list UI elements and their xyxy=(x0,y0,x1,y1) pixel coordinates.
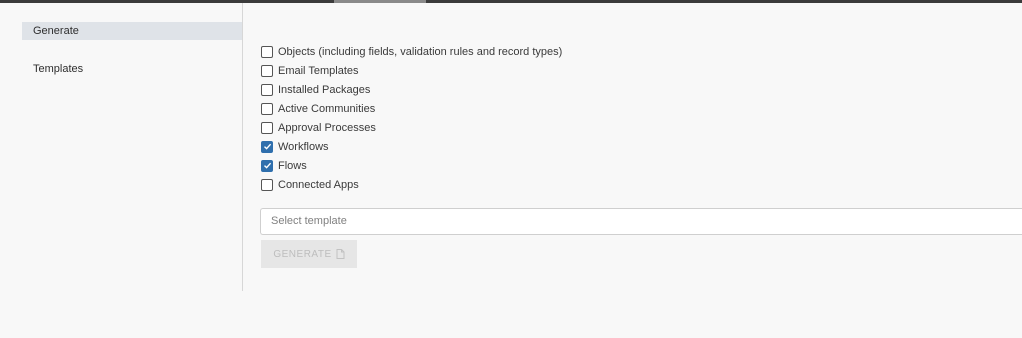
checkbox[interactable] xyxy=(261,121,273,134)
template-select[interactable]: Select template xyxy=(260,208,1022,235)
option-label: Workflows xyxy=(278,140,329,153)
checkbox[interactable] xyxy=(261,140,273,153)
sidebar-item-templates[interactable]: Templates xyxy=(22,60,242,78)
option-label: Connected Apps xyxy=(278,178,359,191)
checkbox[interactable] xyxy=(261,178,273,191)
option-email-templates[interactable]: Email Templates xyxy=(261,61,562,80)
option-objects[interactable]: Objects (including fields, validation ru… xyxy=(261,42,562,61)
option-workflows[interactable]: Workflows xyxy=(261,137,562,156)
option-label: Installed Packages xyxy=(278,83,371,96)
template-select-placeholder: Select template xyxy=(271,215,347,227)
checkbox[interactable] xyxy=(261,102,273,115)
option-label: Active Communities xyxy=(278,102,376,115)
option-approval-processes[interactable]: Approval Processes xyxy=(261,118,562,137)
option-label: Objects (including fields, validation ru… xyxy=(278,45,563,58)
options-list: Objects (including fields, validation ru… xyxy=(261,42,562,194)
option-flows[interactable]: Flows xyxy=(261,156,562,175)
checkbox[interactable] xyxy=(261,45,273,58)
option-active-communities[interactable]: Active Communities xyxy=(261,99,562,118)
main-panel: Objects (including fields, validation ru… xyxy=(243,3,1022,338)
option-installed-packages[interactable]: Installed Packages xyxy=(261,80,562,99)
generate-button[interactable]: GENERATE xyxy=(261,240,357,268)
sidebar: Generate Templates xyxy=(0,3,243,291)
option-label: Email Templates xyxy=(278,64,359,77)
sidebar-item-generate[interactable]: Generate xyxy=(22,22,242,40)
checkbox[interactable] xyxy=(261,159,273,172)
option-label: Approval Processes xyxy=(278,121,376,134)
generate-button-label: GENERATE xyxy=(273,248,332,260)
checkbox[interactable] xyxy=(261,64,273,77)
checkbox[interactable] xyxy=(261,83,273,96)
option-label: Flows xyxy=(278,159,307,172)
option-connected-apps[interactable]: Connected Apps xyxy=(261,175,562,194)
document-icon xyxy=(336,249,345,259)
